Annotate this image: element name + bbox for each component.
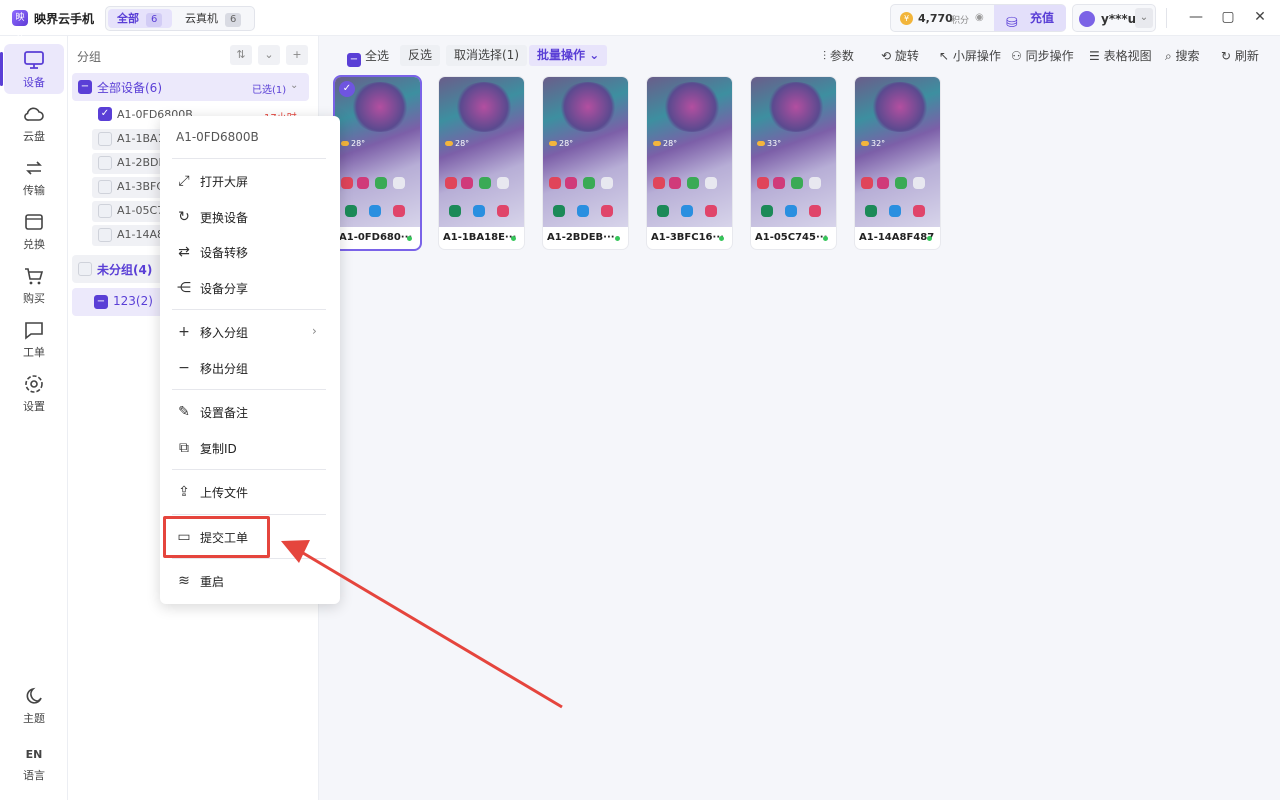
annotation-arrow bbox=[281, 540, 563, 709]
app-window: 映界 映界云手机 全部 6 云真机 6 ¥ 4,770 积分 ◉ ⛁ 充值 y***u… bbox=[0, 0, 1280, 800]
